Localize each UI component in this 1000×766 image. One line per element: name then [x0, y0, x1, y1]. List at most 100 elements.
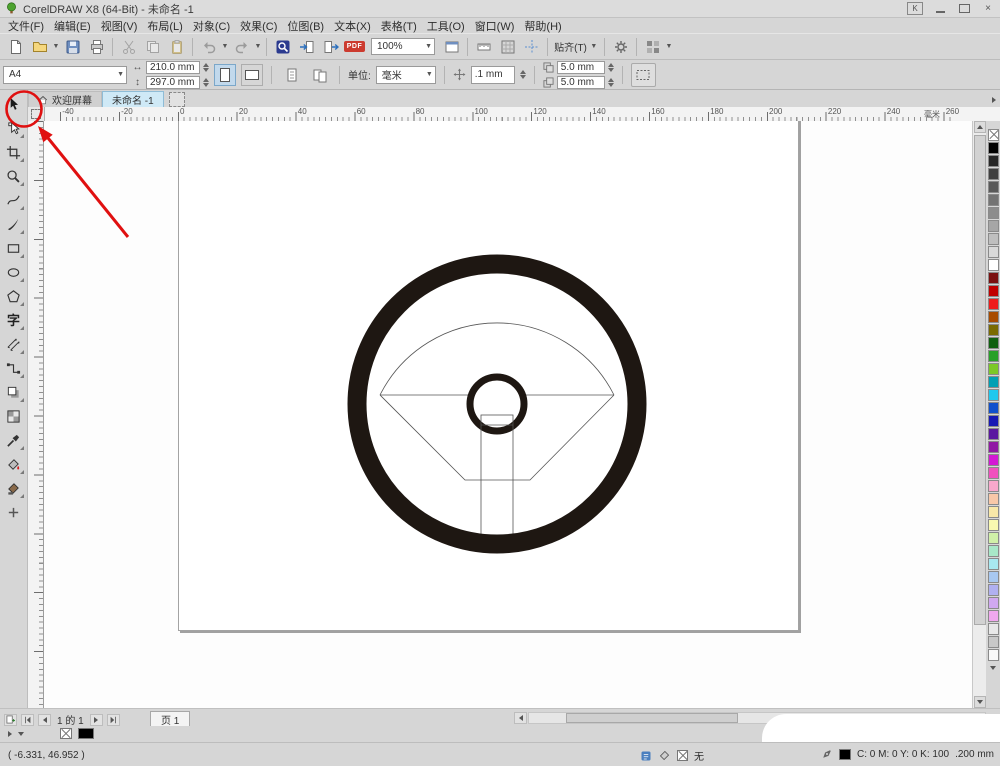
page-height-field[interactable]: 297.0 mm: [146, 75, 200, 89]
nudge-distance-field[interactable]: .1 mm: [470, 65, 515, 84]
all-pages-size-button[interactable]: [308, 64, 331, 86]
show-grid-button[interactable]: [496, 36, 519, 58]
color-swatch[interactable]: [987, 168, 999, 180]
color-swatch[interactable]: [987, 636, 999, 648]
tab-scroll-right-button[interactable]: [988, 93, 1000, 107]
color-eyedropper-tool[interactable]: [3, 430, 25, 451]
landscape-orientation-button[interactable]: [241, 63, 263, 86]
color-swatch[interactable]: [987, 610, 999, 622]
menu-item[interactable]: 布局(L): [142, 18, 187, 34]
page-height-spinner[interactable]: [203, 77, 209, 87]
freehand-tool[interactable]: [3, 190, 25, 211]
color-swatch[interactable]: [987, 246, 999, 258]
units-combo[interactable]: 毫米 ▼: [375, 65, 436, 84]
document-palette-expand-icon[interactable]: [8, 730, 12, 737]
color-swatch[interactable]: [987, 311, 999, 323]
transparency-tool[interactable]: [3, 406, 25, 427]
more-tools-button[interactable]: [3, 502, 25, 523]
redo-dropdown-arrow[interactable]: ▼: [254, 43, 262, 50]
page-width-field[interactable]: 210.0 mm: [146, 60, 200, 74]
color-swatch[interactable]: [987, 623, 999, 635]
color-swatch[interactable]: [987, 649, 999, 661]
publish-pdf-button[interactable]: PDF: [343, 36, 366, 58]
menu-item[interactable]: 窗口(W): [470, 18, 520, 34]
copy-button[interactable]: [141, 36, 164, 58]
duplicate-y-field[interactable]: 5.0 mm: [556, 75, 605, 89]
tab-welcome-screen[interactable]: 欢迎屏幕: [28, 91, 102, 107]
color-swatch[interactable]: [987, 298, 999, 310]
color-swatch[interactable]: [987, 363, 999, 375]
menu-item[interactable]: 工具(O): [422, 18, 470, 34]
page-1-tab[interactable]: 页 1: [150, 711, 191, 727]
polygon-tool[interactable]: [3, 286, 25, 307]
color-swatch[interactable]: [987, 194, 999, 206]
redo-button[interactable]: [230, 36, 253, 58]
menu-item[interactable]: 视图(V): [96, 18, 143, 34]
color-swatch[interactable]: [987, 597, 999, 609]
menu-item[interactable]: 帮助(H): [519, 18, 566, 34]
color-swatch[interactable]: [987, 545, 999, 557]
color-swatch[interactable]: [987, 142, 999, 154]
zoom-tool[interactable]: [3, 166, 25, 187]
current-page-size-button[interactable]: [280, 64, 303, 86]
document-palette-black-swatch[interactable]: [78, 728, 94, 739]
color-swatch[interactable]: [987, 506, 999, 518]
palette-scroll-down-icon[interactable]: [990, 666, 996, 670]
document-palette-none-swatch[interactable]: [60, 728, 72, 739]
hscroll-left-button[interactable]: [514, 712, 527, 724]
drawing-canvas[interactable]: [44, 121, 972, 708]
vertical-scroll-thumb[interactable]: [974, 135, 986, 625]
menu-item[interactable]: 对象(C): [188, 18, 235, 34]
color-swatch[interactable]: [987, 519, 999, 531]
next-page-button[interactable]: [89, 713, 103, 726]
color-swatch[interactable]: [987, 480, 999, 492]
paste-button[interactable]: [165, 36, 188, 58]
minimize-button[interactable]: [933, 3, 947, 14]
color-swatch[interactable]: [987, 181, 999, 193]
color-swatch[interactable]: [987, 584, 999, 596]
shape-tool[interactable]: [3, 118, 25, 139]
page-size-preset-combo[interactable]: A4 ▼: [3, 65, 127, 84]
portrait-orientation-button[interactable]: [214, 63, 236, 86]
open-dropdown-arrow[interactable]: ▼: [52, 43, 60, 50]
document-palette-menu-icon[interactable]: [18, 731, 24, 736]
show-guidelines-button[interactable]: [520, 36, 543, 58]
help-icon[interactable]: K: [907, 2, 923, 15]
color-swatch[interactable]: [987, 233, 999, 245]
last-page-button[interactable]: [106, 713, 120, 726]
color-swatch[interactable]: [987, 441, 999, 453]
new-document-tab-button[interactable]: [168, 92, 185, 107]
menu-item[interactable]: 表格(T): [376, 18, 422, 34]
color-swatch[interactable]: [987, 207, 999, 219]
color-swatch[interactable]: [987, 454, 999, 466]
color-swatch[interactable]: [987, 428, 999, 440]
undo-button[interactable]: [197, 36, 220, 58]
color-swatch[interactable]: [987, 532, 999, 544]
horizontal-scroll-thumb[interactable]: [566, 713, 738, 723]
previous-page-button[interactable]: [38, 713, 51, 726]
undo-dropdown-arrow[interactable]: ▼: [221, 43, 229, 50]
show-rulers-button[interactable]: [472, 36, 495, 58]
zoom-level-combo[interactable]: 100% ▼: [371, 38, 435, 55]
color-swatch[interactable]: [987, 350, 999, 362]
color-swatch[interactable]: [987, 272, 999, 284]
cut-button[interactable]: [117, 36, 140, 58]
full-screen-preview-button[interactable]: [440, 36, 463, 58]
color-swatch[interactable]: [987, 337, 999, 349]
smart-fill-tool[interactable]: [3, 478, 25, 499]
color-swatch[interactable]: [987, 402, 999, 414]
steering-wheel-drawing[interactable]: [342, 249, 652, 559]
color-swatch[interactable]: [987, 259, 999, 271]
scroll-down-button[interactable]: [974, 696, 986, 708]
duplicate-y-spinner[interactable]: [607, 77, 614, 87]
launcher-dropdown-arrow[interactable]: ▼: [665, 43, 673, 50]
crop-tool[interactable]: [3, 142, 25, 163]
horizontal-ruler[interactable]: 毫米 -40 -20 0 20 40 60 80 100 120 140 160 180 200 220 2…: [44, 107, 962, 121]
maximize-button[interactable]: [957, 3, 971, 14]
menu-item[interactable]: 效果(C): [235, 18, 282, 34]
no-color-swatch[interactable]: [987, 129, 999, 141]
save-button[interactable]: [61, 36, 84, 58]
ruler-origin-button[interactable]: [28, 107, 45, 121]
menu-item[interactable]: 编辑(E): [49, 18, 96, 34]
menu-item[interactable]: 位图(B): [282, 18, 329, 34]
